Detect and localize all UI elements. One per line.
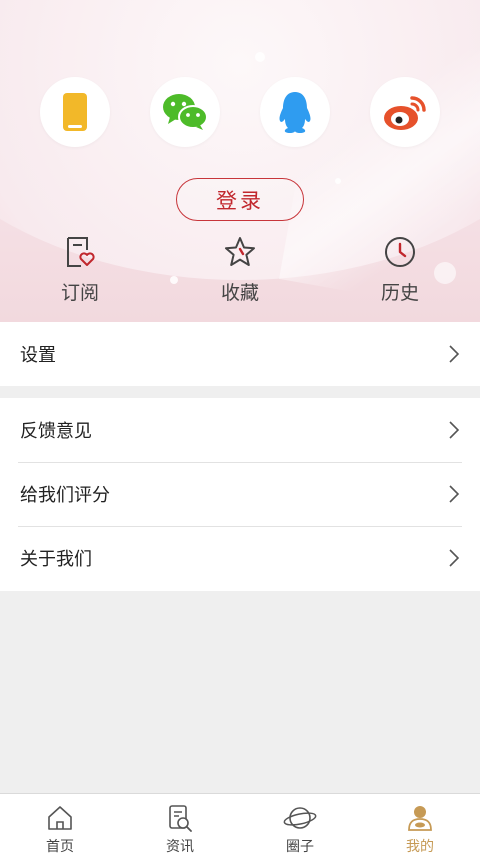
tab-label: 资讯 [166, 839, 194, 854]
star-icon [225, 237, 255, 266]
qq-icon [279, 92, 311, 133]
tab-label: 首页 [46, 839, 74, 854]
chevron-right-icon [449, 345, 460, 363]
weibo-icon [384, 96, 426, 130]
menu-item-about[interactable]: 关于我们 [0, 526, 480, 590]
menu-item-label: 给我们评分 [20, 485, 110, 506]
clock-icon [385, 237, 415, 267]
subscribe-button[interactable]: 订阅 [35, 232, 125, 305]
subscribe-label: 订阅 [60, 282, 99, 304]
menu-group: 反馈意见 给我们评分 关于我们 [0, 398, 480, 591]
home-icon [48, 806, 72, 830]
wechat-login-button[interactable] [150, 77, 220, 147]
tab-news[interactable]: 资讯 [140, 804, 220, 854]
chevron-right-icon [449, 421, 460, 439]
menu-item-rate[interactable]: 给我们评分 [0, 462, 480, 526]
phone-icon [63, 93, 87, 131]
bottom-tab-bar: 首页 资讯 圈子 我的 [0, 793, 480, 854]
favorites-button[interactable]: 收藏 [195, 232, 285, 305]
menu-item-label: 设置 [20, 345, 56, 366]
social-login-row [0, 77, 480, 149]
history-button[interactable]: 历史 [355, 232, 445, 305]
chevron-right-icon [449, 485, 460, 503]
tab-home[interactable]: 首页 [20, 804, 100, 854]
menu-item-settings[interactable]: 设置 [0, 322, 480, 386]
sparkle [170, 276, 178, 284]
tab-circle[interactable]: 圈子 [260, 804, 340, 854]
sparkle [255, 52, 265, 62]
circle-icon [283, 807, 317, 829]
menu-item-label: 关于我们 [20, 549, 92, 570]
settings-group: 设置 [0, 322, 480, 386]
weibo-login-button[interactable] [370, 77, 440, 147]
history-label: 历史 [380, 282, 419, 304]
tab-label: 圈子 [286, 839, 314, 854]
chevron-right-icon [449, 549, 460, 567]
menu-item-feedback[interactable]: 反馈意见 [0, 398, 480, 462]
tab-mine[interactable]: 我的 [380, 804, 460, 854]
favorites-label: 收藏 [220, 282, 259, 304]
menu-item-label: 反馈意见 [20, 421, 92, 442]
sparkle [335, 178, 341, 184]
tab-label: 我的 [406, 839, 434, 854]
profile-icon [408, 806, 432, 831]
phone-login-button[interactable] [40, 77, 110, 147]
qq-login-button[interactable] [260, 77, 330, 147]
subscribe-icon [67, 237, 95, 267]
news-icon [169, 805, 192, 832]
login-button[interactable]: 登录 [176, 178, 304, 221]
wechat-icon [163, 94, 208, 130]
